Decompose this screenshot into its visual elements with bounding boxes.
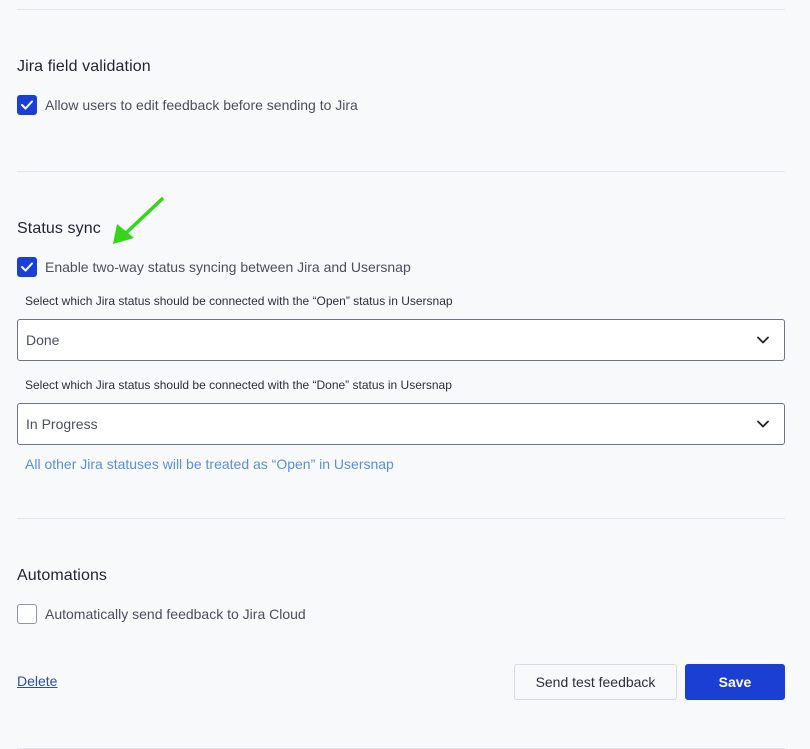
auto-send-checkbox[interactable] — [17, 604, 37, 624]
jira-validation-title: Jira field validation — [17, 58, 151, 75]
green-arrow-icon — [113, 197, 164, 244]
save-button[interactable]: Save — [685, 664, 785, 700]
open-status-select-value: Done — [26, 332, 60, 348]
chevron-down-icon[interactable] — [756, 417, 770, 431]
divider-2 — [17, 518, 785, 519]
check-icon — [21, 262, 33, 272]
chevron-down-icon[interactable] — [756, 333, 770, 347]
divider-top — [17, 9, 785, 10]
two-way-sync-label: Enable two-way status syncing between Ji… — [45, 259, 411, 275]
allow-edit-label: Allow users to edit feedback before send… — [45, 97, 358, 113]
open-status-select-label: Select which Jira status should be conne… — [25, 294, 453, 308]
allow-edit-row[interactable]: Allow users to edit feedback before send… — [17, 95, 358, 115]
status-sync-title: Status sync — [17, 220, 101, 237]
send-test-feedback-button[interactable]: Send test feedback — [514, 664, 677, 700]
done-status-select-label: Select which Jira status should be conne… — [25, 378, 452, 392]
automations-title: Automations — [17, 567, 108, 584]
allow-edit-checkbox[interactable] — [17, 95, 37, 115]
divider-1 — [17, 171, 785, 172]
two-way-sync-checkbox[interactable] — [17, 257, 37, 277]
auto-send-row[interactable]: Automatically send feedback to Jira Clou… — [17, 604, 306, 624]
other-statuses-hint: All other Jira statuses will be treated … — [25, 456, 394, 472]
auto-send-label: Automatically send feedback to Jira Clou… — [45, 606, 306, 622]
check-icon — [21, 100, 33, 110]
done-status-select[interactable]: In Progress — [17, 403, 785, 445]
done-status-select-value: In Progress — [26, 416, 98, 432]
two-way-sync-row[interactable]: Enable two-way status syncing between Ji… — [17, 257, 411, 277]
open-status-select[interactable]: Done — [17, 319, 785, 361]
delete-link[interactable]: Delete — [17, 673, 57, 689]
